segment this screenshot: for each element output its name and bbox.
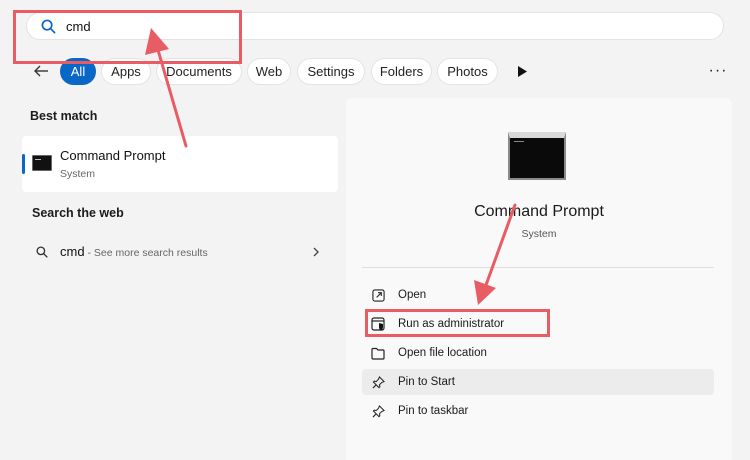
annotation-arrows — [145, 28, 517, 305]
annotation-arrow-to-search — [145, 28, 188, 148]
annotation-arrow-to-run-as-admin — [474, 203, 517, 305]
